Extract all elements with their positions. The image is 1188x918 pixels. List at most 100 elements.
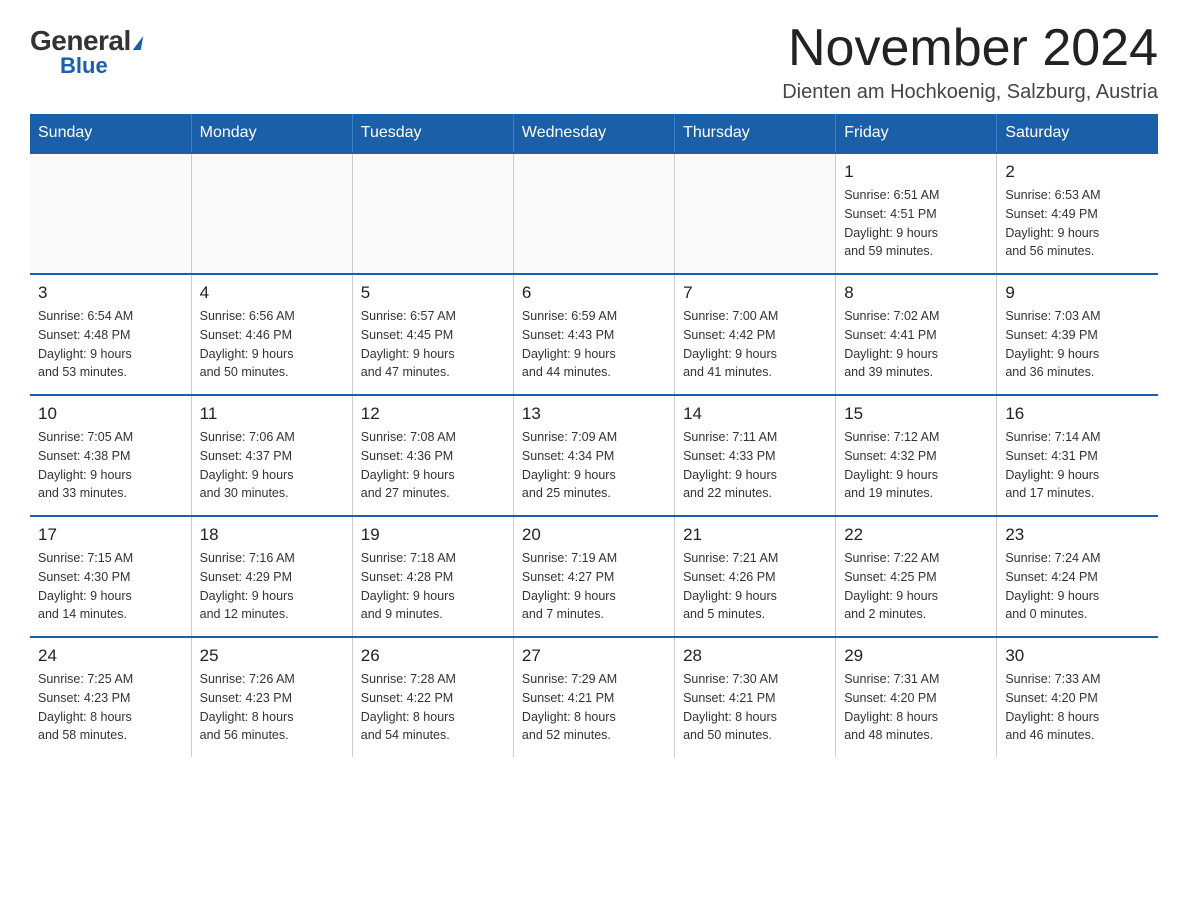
weekday-header-thursday: Thursday [675,114,836,153]
calendar-cell: 3 Sunrise: 6:54 AM Sunset: 4:48 PM Daylig… [30,274,191,395]
day-number: 21 [683,525,827,545]
calendar-cell [513,153,674,274]
day-number: 17 [38,525,183,545]
weekday-header-tuesday: Tuesday [352,114,513,153]
day-info: Sunrise: 7:05 AM Sunset: 4:38 PM Dayligh… [38,428,183,503]
day-number: 9 [1005,283,1150,303]
day-number: 18 [200,525,344,545]
calendar-cell: 27 Sunrise: 7:29 AM Sunset: 4:21 PM Dayli… [513,637,674,757]
calendar-cell: 19 Sunrise: 7:18 AM Sunset: 4:28 PM Dayli… [352,516,513,637]
calendar-cell: 2 Sunrise: 6:53 AM Sunset: 4:49 PM Daylig… [997,153,1158,274]
month-title: November 2024 [782,20,1158,77]
calendar-cell: 21 Sunrise: 7:21 AM Sunset: 4:26 PM Dayli… [675,516,836,637]
day-info: Sunrise: 7:03 AM Sunset: 4:39 PM Dayligh… [1005,307,1150,382]
day-info: Sunrise: 7:14 AM Sunset: 4:31 PM Dayligh… [1005,428,1150,503]
day-info: Sunrise: 7:24 AM Sunset: 4:24 PM Dayligh… [1005,549,1150,624]
day-number: 15 [844,404,988,424]
calendar-table: SundayMondayTuesdayWednesdayThursdayFrid… [30,114,1158,757]
calendar-cell [352,153,513,274]
calendar-cell: 25 Sunrise: 7:26 AM Sunset: 4:23 PM Dayli… [191,637,352,757]
day-number: 22 [844,525,988,545]
calendar-cell: 9 Sunrise: 7:03 AM Sunset: 4:39 PM Daylig… [997,274,1158,395]
day-info: Sunrise: 7:18 AM Sunset: 4:28 PM Dayligh… [361,549,505,624]
day-number: 3 [38,283,183,303]
calendar-cell: 18 Sunrise: 7:16 AM Sunset: 4:29 PM Dayli… [191,516,352,637]
weekday-header-friday: Friday [836,114,997,153]
day-number: 24 [38,646,183,666]
day-info: Sunrise: 7:28 AM Sunset: 4:22 PM Dayligh… [361,670,505,745]
day-number: 19 [361,525,505,545]
day-info: Sunrise: 7:12 AM Sunset: 4:32 PM Dayligh… [844,428,988,503]
day-info: Sunrise: 7:31 AM Sunset: 4:20 PM Dayligh… [844,670,988,745]
calendar-cell [30,153,191,274]
day-info: Sunrise: 6:57 AM Sunset: 4:45 PM Dayligh… [361,307,505,382]
calendar-cell: 26 Sunrise: 7:28 AM Sunset: 4:22 PM Dayli… [352,637,513,757]
day-info: Sunrise: 6:54 AM Sunset: 4:48 PM Dayligh… [38,307,183,382]
day-info: Sunrise: 6:53 AM Sunset: 4:49 PM Dayligh… [1005,186,1150,261]
calendar-cell: 1Sunrise: 6:51 AM Sunset: 4:51 PM Daylig… [836,153,997,274]
day-info: Sunrise: 7:33 AM Sunset: 4:20 PM Dayligh… [1005,670,1150,745]
day-info: Sunrise: 7:29 AM Sunset: 4:21 PM Dayligh… [522,670,666,745]
calendar-cell [191,153,352,274]
day-info: Sunrise: 6:59 AM Sunset: 4:43 PM Dayligh… [522,307,666,382]
calendar-week-2: 3 Sunrise: 6:54 AM Sunset: 4:48 PM Daylig… [30,274,1158,395]
calendar-week-1: 1Sunrise: 6:51 AM Sunset: 4:51 PM Daylig… [30,153,1158,274]
weekday-header-wednesday: Wednesday [513,114,674,153]
day-number: 23 [1005,525,1150,545]
weekday-header-sunday: Sunday [30,114,191,153]
day-info: Sunrise: 7:11 AM Sunset: 4:33 PM Dayligh… [683,428,827,503]
calendar-cell: 8Sunrise: 7:02 AM Sunset: 4:41 PM Daylig… [836,274,997,395]
day-info: Sunrise: 6:51 AM Sunset: 4:51 PM Dayligh… [844,186,988,261]
day-number: 11 [200,404,344,424]
day-number: 27 [522,646,666,666]
day-info: Sunrise: 7:09 AM Sunset: 4:34 PM Dayligh… [522,428,666,503]
calendar-week-3: 10Sunrise: 7:05 AM Sunset: 4:38 PM Dayli… [30,395,1158,516]
day-number: 2 [1005,162,1150,182]
day-number: 5 [361,283,505,303]
day-number: 13 [522,404,666,424]
logo: General Blue [30,20,142,79]
calendar-week-5: 24 Sunrise: 7:25 AM Sunset: 4:23 PM Dayli… [30,637,1158,757]
day-number: 12 [361,404,505,424]
day-info: Sunrise: 7:25 AM Sunset: 4:23 PM Dayligh… [38,670,183,745]
day-number: 7 [683,283,827,303]
calendar-cell: 28 Sunrise: 7:30 AM Sunset: 4:21 PM Dayli… [675,637,836,757]
calendar-cell: 23 Sunrise: 7:24 AM Sunset: 4:24 PM Dayli… [997,516,1158,637]
day-number: 29 [844,646,988,666]
day-number: 25 [200,646,344,666]
day-number: 30 [1005,646,1150,666]
day-info: Sunrise: 7:16 AM Sunset: 4:29 PM Dayligh… [200,549,344,624]
day-number: 6 [522,283,666,303]
day-info: Sunrise: 7:15 AM Sunset: 4:30 PM Dayligh… [38,549,183,624]
logo-blue-text: Blue [30,53,108,79]
calendar-cell [675,153,836,274]
calendar-cell: 5 Sunrise: 6:57 AM Sunset: 4:45 PM Daylig… [352,274,513,395]
day-info: Sunrise: 7:08 AM Sunset: 4:36 PM Dayligh… [361,428,505,503]
calendar-cell: 22Sunrise: 7:22 AM Sunset: 4:25 PM Dayli… [836,516,997,637]
calendar-cell: 14Sunrise: 7:11 AM Sunset: 4:33 PM Dayli… [675,395,836,516]
weekday-header-monday: Monday [191,114,352,153]
day-info: Sunrise: 6:56 AM Sunset: 4:46 PM Dayligh… [200,307,344,382]
calendar-cell: 13 Sunrise: 7:09 AM Sunset: 4:34 PM Dayli… [513,395,674,516]
day-info: Sunrise: 7:21 AM Sunset: 4:26 PM Dayligh… [683,549,827,624]
day-info: Sunrise: 7:19 AM Sunset: 4:27 PM Dayligh… [522,549,666,624]
location-subtitle: Dienten am Hochkoenig, Salzburg, Austria [782,81,1158,104]
day-info: Sunrise: 7:00 AM Sunset: 4:42 PM Dayligh… [683,307,827,382]
calendar-cell: 7 Sunrise: 7:00 AM Sunset: 4:42 PM Daylig… [675,274,836,395]
day-number: 28 [683,646,827,666]
calendar-cell: 20 Sunrise: 7:19 AM Sunset: 4:27 PM Dayli… [513,516,674,637]
day-number: 8 [844,283,988,303]
calendar-cell: 17 Sunrise: 7:15 AM Sunset: 4:30 PM Dayli… [30,516,191,637]
day-number: 26 [361,646,505,666]
calendar-cell: 15 Sunrise: 7:12 AM Sunset: 4:32 PM Dayli… [836,395,997,516]
day-number: 20 [522,525,666,545]
day-info: Sunrise: 7:06 AM Sunset: 4:37 PM Dayligh… [200,428,344,503]
calendar-cell: 4 Sunrise: 6:56 AM Sunset: 4:46 PM Daylig… [191,274,352,395]
day-info: Sunrise: 7:30 AM Sunset: 4:21 PM Dayligh… [683,670,827,745]
calendar-cell: 6 Sunrise: 6:59 AM Sunset: 4:43 PM Daylig… [513,274,674,395]
calendar-cell: 30 Sunrise: 7:33 AM Sunset: 4:20 PM Dayli… [997,637,1158,757]
day-info: Sunrise: 7:26 AM Sunset: 4:23 PM Dayligh… [200,670,344,745]
weekday-header-row: SundayMondayTuesdayWednesdayThursdayFrid… [30,114,1158,153]
day-number: 4 [200,283,344,303]
day-number: 16 [1005,404,1150,424]
